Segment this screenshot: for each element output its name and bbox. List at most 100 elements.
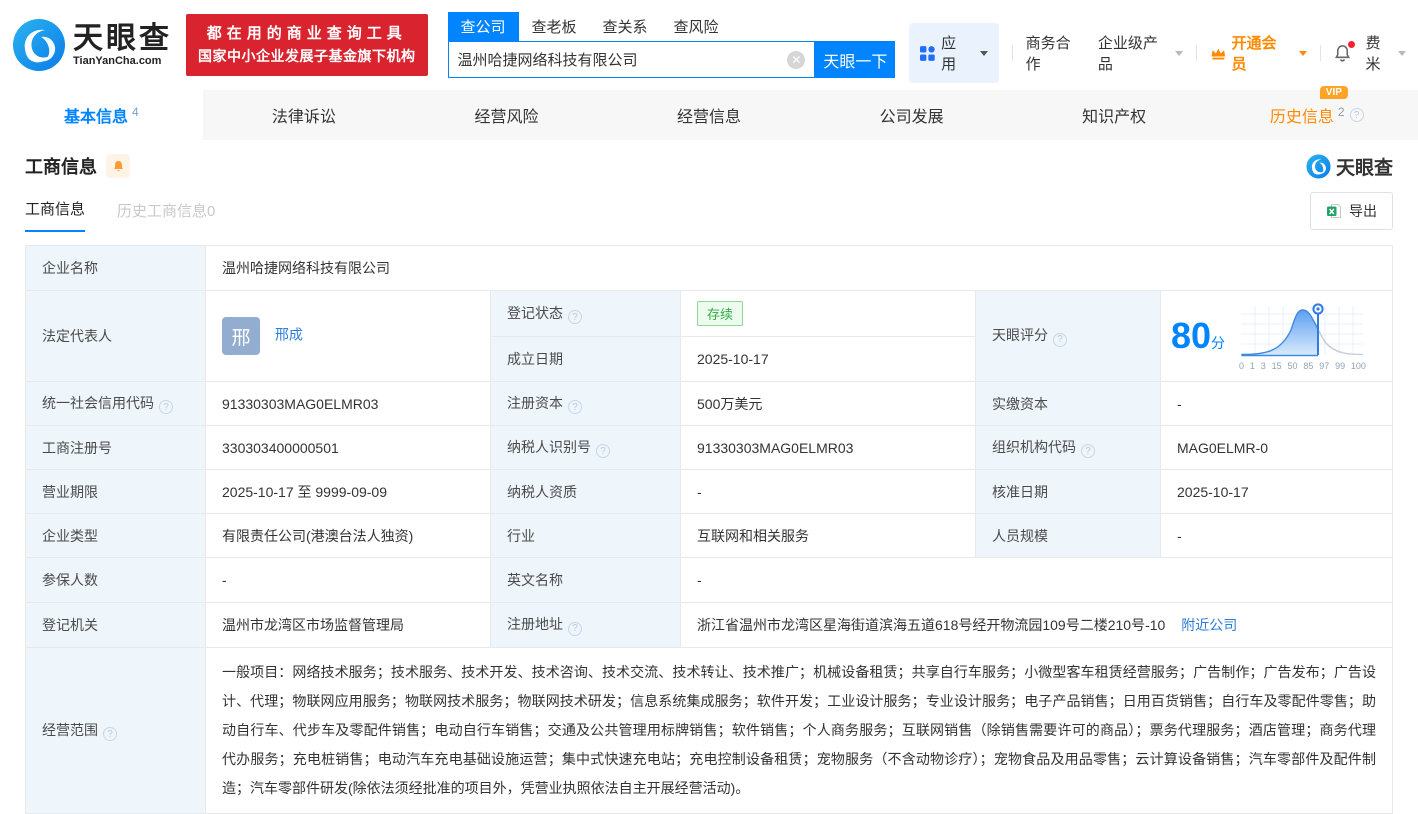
help-icon[interactable]: [1053, 333, 1067, 347]
export-button[interactable]: 导出: [1310, 192, 1393, 230]
tab-company-development[interactable]: 公司发展: [810, 90, 1013, 140]
legal-rep-avatar[interactable]: 邢: [222, 317, 260, 355]
notifications-bell[interactable]: [1333, 44, 1352, 63]
table-row: 登记机关 温州市龙湾区市场监督管理局 注册地址 浙江省温州市龙湾区星海街道滨海五…: [26, 603, 1393, 648]
vip-badge: VIP: [1320, 86, 1348, 99]
subtab-history-registration[interactable]: 历史工商信息0: [117, 200, 215, 232]
chevron-down-icon: [1175, 51, 1183, 56]
registration-authority-label: 登记机关: [26, 603, 206, 648]
user-menu[interactable]: 费米: [1365, 32, 1406, 74]
crown-icon: [1210, 46, 1227, 61]
approval-date-label: 核准日期: [976, 470, 1161, 514]
org-code-label-cell: 组织机构代码: [976, 426, 1161, 470]
business-term-label: 营业期限: [26, 470, 206, 514]
search-tab-boss[interactable]: 查老板: [519, 12, 590, 41]
search-tab-relation[interactable]: 查关系: [590, 12, 661, 41]
apps-menu[interactable]: 应用: [909, 23, 998, 83]
legal-rep-label: 法定代表人: [26, 291, 206, 382]
tab-label: 经营信息: [677, 103, 741, 127]
founded-value: 2025-10-17: [681, 337, 976, 382]
tab-count: 2: [1338, 105, 1345, 119]
english-name-value: -: [681, 558, 1393, 603]
capital-value: 500万美元: [681, 382, 976, 426]
tab-legal-proceedings[interactable]: 法律诉讼: [203, 90, 406, 140]
help-icon[interactable]: [568, 622, 582, 636]
legal-rep-name-link[interactable]: 邢成: [275, 327, 303, 343]
insured-count-value: -: [206, 558, 491, 603]
reg-status-cell: 存续: [681, 291, 976, 337]
logo-domain: TianYanCha.com: [73, 55, 172, 67]
tianyancha-logo-icon: [1306, 154, 1331, 179]
subtab-business-registration[interactable]: 工商信息: [25, 198, 85, 232]
table-row: 营业期限 2025-10-17 至 9999-09-09 纳税人资质 - 核准日…: [26, 470, 1393, 514]
tianyancha-logo[interactable]: 天眼查 TianYanCha.com: [12, 18, 172, 72]
search-button[interactable]: 天眼一下: [815, 41, 895, 78]
reg-status-label: 登记状态: [507, 305, 563, 321]
founded-label: 成立日期: [491, 337, 681, 382]
search-tab-company[interactable]: 查公司: [448, 12, 519, 41]
tab-history-info[interactable]: VIP 历史信息 2: [1215, 90, 1418, 140]
uscc-label-cell: 统一社会信用代码: [26, 382, 206, 426]
help-icon[interactable]: [568, 310, 582, 324]
tab-count: 4: [132, 105, 139, 119]
nav-enterprise-products[interactable]: 企业级产品: [1098, 32, 1183, 74]
taxpayer-id-value: 91330303MAG0ELMR03: [681, 426, 976, 470]
tab-business-info[interactable]: 经营信息: [608, 90, 811, 140]
search-input[interactable]: [458, 51, 788, 68]
tianyancha-logo-icon: [12, 18, 66, 72]
apps-label: 应用: [941, 32, 970, 74]
section-title: 工商信息: [25, 153, 97, 179]
help-icon[interactable]: [103, 727, 117, 741]
registered-address-cell: 浙江省温州市龙湾区星海街道滨海五道618号经开物流园109号二楼210号-10 …: [681, 603, 1393, 648]
tab-intellectual-property[interactable]: 知识产权: [1013, 90, 1216, 140]
nav-enterprise-label: 企业级产品: [1098, 32, 1172, 74]
score-distribution-chart: 013 155085 9799100: [1239, 302, 1366, 371]
bell-icon: [112, 160, 125, 173]
industry-label: 行业: [491, 514, 681, 558]
insured-count-label: 参保人数: [26, 558, 206, 603]
registered-address-label-cell: 注册地址: [491, 603, 681, 648]
capital-label-cell: 注册资本: [491, 382, 681, 426]
reg-status-label-cell: 登记状态: [491, 291, 681, 337]
company-name-label: 企业名称: [26, 246, 206, 291]
legal-rep-cell: 邢 邢成: [206, 291, 491, 382]
export-label: 导出: [1349, 201, 1377, 221]
table-row: 企业名称 温州哈捷网络科技有限公司: [26, 246, 1393, 291]
help-icon[interactable]: [1081, 444, 1095, 458]
nav-cooperation[interactable]: 商务合作: [1026, 32, 1085, 74]
search-tabs: 查公司 查老板 查关系 查风险: [448, 12, 896, 41]
table-row: 工商注册号 330303400000501 纳税人识别号 91330303MAG…: [26, 426, 1393, 470]
main-tab-bar: 基本信息 4 法律诉讼 经营风险 经营信息 公司发展 知识产权 VIP 历史信息…: [0, 90, 1418, 140]
tab-label: 历史信息: [1270, 109, 1334, 126]
registered-address-value: 浙江省温州市龙湾区星海街道滨海五道618号经开物流园109号二楼210号-10: [697, 617, 1165, 633]
help-icon[interactable]: [159, 400, 173, 414]
table-row: 统一社会信用代码 91330303MAG0ELMR03 注册资本 500万美元 …: [26, 382, 1393, 426]
tab-basic-info[interactable]: 基本信息 4: [0, 90, 203, 140]
chevron-down-icon: [1299, 51, 1307, 56]
help-icon[interactable]: [596, 444, 610, 458]
vip-label: 开通会员: [1231, 32, 1290, 74]
chart-x-axis-ticks: 013 155085 9799100: [1239, 361, 1366, 371]
business-scope-value: 一般项目：网络技术服务；技术服务、技术开发、技术咨询、技术交流、技术转让、技术推…: [206, 648, 1393, 814]
help-icon[interactable]: [568, 400, 582, 414]
tab-label: 基本信息: [64, 103, 128, 127]
slogan-line2: 国家中小企业发展子基金旗下机构: [198, 45, 416, 68]
company-type-value: 有限责任公司(港澳台法人独资): [206, 514, 491, 558]
score-value: 80: [1171, 315, 1211, 356]
search-tab-risk[interactable]: 查风险: [661, 12, 732, 41]
open-vip-button[interactable]: 开通会员: [1210, 32, 1307, 74]
watermark-text: 天眼查: [1336, 153, 1393, 180]
apps-grid-icon: [920, 46, 935, 61]
taxpayer-qualification-label: 纳税人资质: [491, 470, 681, 514]
tab-label: 知识产权: [1082, 103, 1146, 127]
tab-business-risk[interactable]: 经营风险: [405, 90, 608, 140]
org-code-value: MAG0ELMR-0: [1161, 426, 1393, 470]
subscribe-bell-button[interactable]: [106, 154, 130, 178]
logo-title: 天眼查: [73, 23, 172, 55]
help-icon[interactable]: [1350, 108, 1364, 122]
approval-date-value: 2025-10-17: [1161, 470, 1393, 514]
tab-label: 经营风险: [474, 103, 538, 127]
clear-search-icon[interactable]: ✕: [787, 51, 805, 69]
nearby-companies-link[interactable]: 附近公司: [1181, 617, 1237, 633]
slogan-line1: 都在用的商业查询工具: [198, 22, 416, 45]
